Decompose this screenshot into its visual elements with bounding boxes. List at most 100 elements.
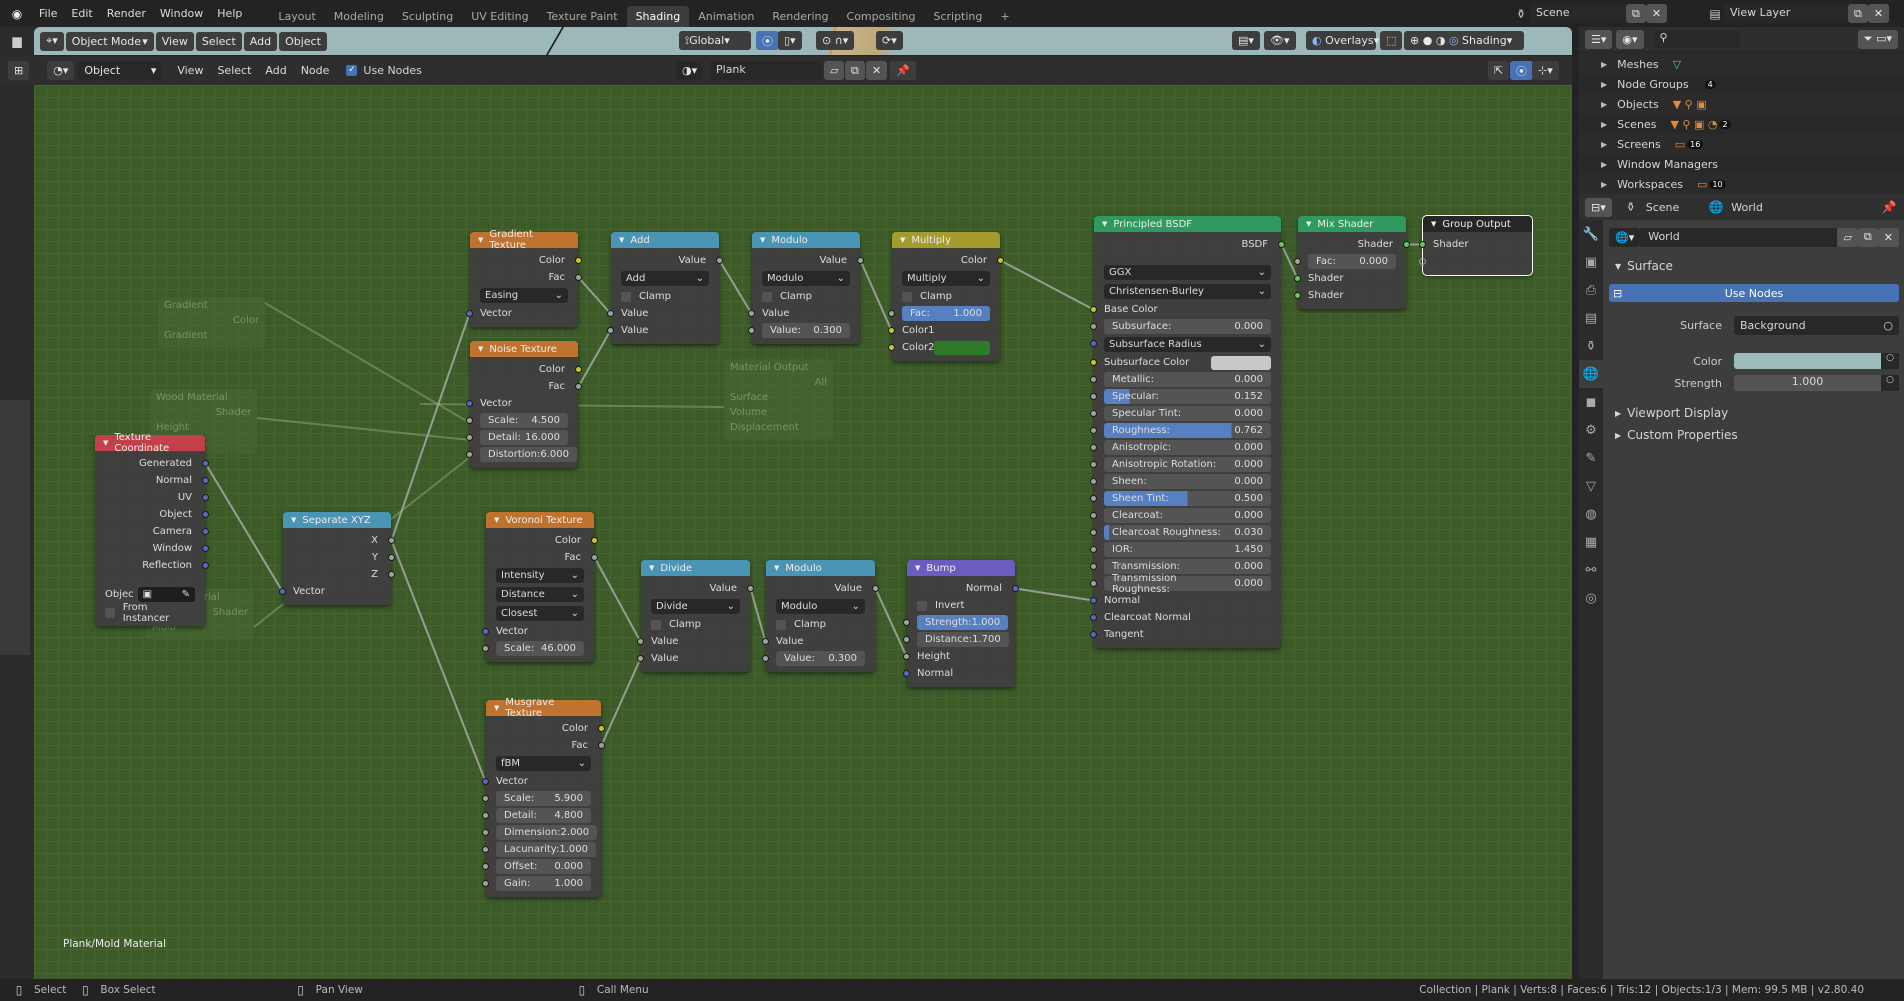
snap-toggle[interactable]: ⦿ bbox=[756, 31, 779, 50]
socket-float[interactable] bbox=[1090, 444, 1097, 451]
viewport-menu-object[interactable]: Object bbox=[279, 31, 327, 51]
number-field[interactable]: Value: 0.300 bbox=[776, 651, 865, 666]
node-dropdown[interactable]: Distance ⌄ bbox=[496, 587, 584, 602]
tab-uv-editing[interactable]: UV Editing bbox=[462, 6, 537, 27]
fake-user-button[interactable]: ▱ bbox=[1837, 227, 1858, 247]
tab-object[interactable]: ◼ bbox=[1579, 388, 1603, 416]
folder-icon[interactable]: ▆ bbox=[8, 32, 26, 50]
socket-color[interactable] bbox=[598, 725, 605, 732]
node-bump[interactable]: ▼ Bump Normal Invert Strength: 1.000 Distance:… bbox=[903, 560, 1019, 687]
toolbar-panel[interactable] bbox=[0, 400, 30, 655]
number-field[interactable]: Anisotropic: 0.000 bbox=[1104, 440, 1271, 455]
node-dropdown[interactable]: Modulo ⌄ bbox=[762, 271, 850, 286]
socket-float[interactable] bbox=[1090, 323, 1097, 330]
mode-dropdown[interactable]: Object Mode ▾ bbox=[65, 31, 154, 51]
unlink-material-button[interactable]: ✕ bbox=[866, 61, 888, 80]
collapse-icon[interactable]: ▼ bbox=[774, 564, 779, 572]
socket-float[interactable] bbox=[575, 383, 582, 390]
number-field[interactable]: Sheen: 0.000 bbox=[1104, 474, 1271, 489]
node-dropdown[interactable]: Divide ⌄ bbox=[651, 599, 740, 614]
socket-color[interactable] bbox=[575, 366, 582, 373]
collapse-icon[interactable]: ▼ bbox=[478, 345, 483, 353]
socket-color[interactable] bbox=[997, 257, 1004, 264]
snap-element-dropdown[interactable]: ⊹▾ bbox=[1532, 61, 1559, 80]
collapse-icon[interactable]: ▼ bbox=[915, 564, 920, 572]
number-field[interactable]: Detail: 4.800 bbox=[496, 808, 591, 823]
outliner-item[interactable]: ▶ Workspaces ▭ 10 bbox=[1579, 174, 1904, 194]
socket-vector[interactable] bbox=[1090, 340, 1097, 347]
socket-vector[interactable] bbox=[202, 562, 209, 569]
snap-toggle[interactable]: ⦿ bbox=[1510, 61, 1533, 80]
checkbox[interactable] bbox=[621, 291, 631, 302]
node-dropdown[interactable]: Multiply ⌄ bbox=[902, 271, 990, 286]
socket-float[interactable] bbox=[762, 655, 769, 662]
snap-target-dropdown[interactable]: ▯▾ bbox=[778, 31, 802, 50]
transform-orientation-dropdown[interactable]: ⟟ Global ▾ bbox=[679, 31, 751, 50]
world-name-field[interactable]: World bbox=[1640, 227, 1838, 247]
socket-float[interactable] bbox=[466, 434, 473, 441]
number-field[interactable]: Specular Tint: 0.000 bbox=[1104, 406, 1271, 421]
properties-editor-type[interactable]: ⊟▾ bbox=[1585, 197, 1612, 217]
parent-node-tree-button[interactable]: ⇱ bbox=[1488, 61, 1510, 80]
node-header[interactable]: ▼ Mix Shader bbox=[1298, 216, 1406, 232]
node-dropdown[interactable]: Subsurface Radius ⌄ bbox=[1104, 337, 1271, 352]
menu-window[interactable]: Window bbox=[153, 7, 210, 20]
world-color-swatch[interactable] bbox=[1734, 353, 1881, 369]
node-mix[interactable]: ▼ Mix Shader Shader Fac: 0.000 Shader Shader bbox=[1294, 216, 1410, 309]
socket-float[interactable] bbox=[482, 880, 489, 887]
node-noise[interactable]: ▼ Noise Texture Color Fac Vector Scale: 4.500 D… bbox=[466, 341, 582, 468]
tab-data[interactable]: ▦ bbox=[1579, 528, 1603, 556]
collapse-icon[interactable]: ▼ bbox=[478, 236, 483, 244]
collapse-icon[interactable]: ▼ bbox=[900, 236, 905, 244]
socket-vector[interactable] bbox=[482, 778, 489, 785]
menu-render[interactable]: Render bbox=[100, 7, 153, 20]
node-header[interactable]: ▼ Principled BSDF bbox=[1094, 216, 1281, 232]
socket-float[interactable] bbox=[466, 417, 473, 424]
new-view-layer-button[interactable]: ⧉ bbox=[1848, 4, 1868, 23]
collapse-icon[interactable]: ▼ bbox=[649, 564, 654, 572]
checkbox[interactable] bbox=[776, 619, 786, 630]
node-dropdown[interactable]: Modulo ⌄ bbox=[776, 599, 865, 614]
node-mod2[interactable]: ▼ Modulo Value Modulo ⌄ Clamp Value Value: 0.300 bbox=[762, 560, 879, 672]
socket-float[interactable] bbox=[482, 829, 489, 836]
socket-float[interactable] bbox=[607, 310, 614, 317]
outliner-item[interactable]: ▶ Scenes ▼ ⚲ ▣ ◔ 2 bbox=[1579, 114, 1904, 134]
node-header[interactable]: ▼ Texture Coordinate bbox=[95, 432, 205, 454]
node-dropdown[interactable]: GGX ⌄ bbox=[1104, 265, 1271, 280]
tab-shading[interactable]: Shading bbox=[626, 6, 690, 27]
outliner-item[interactable]: ▶ Screens ▭ 16 bbox=[1579, 134, 1904, 154]
number-field[interactable]: Scale: 46.000 bbox=[496, 641, 584, 656]
surface-panel-header[interactable]: ▼ Surface bbox=[1609, 254, 1899, 278]
socket-float[interactable] bbox=[1090, 529, 1097, 536]
outliner-item[interactable]: ▶ Window Managers bbox=[1579, 154, 1904, 174]
tab-tool[interactable]: 🔧 bbox=[1579, 220, 1603, 248]
wireframe-shading-icon[interactable]: ⊕ bbox=[1410, 34, 1419, 47]
unlink-world-button[interactable]: ✕ bbox=[1877, 227, 1899, 247]
socket-float[interactable] bbox=[903, 653, 910, 660]
pin-node-tree-button[interactable]: 📌 bbox=[890, 61, 916, 80]
socket-shader[interactable] bbox=[1294, 292, 1301, 299]
socket-vector[interactable] bbox=[279, 588, 286, 595]
menu-file[interactable]: File bbox=[32, 7, 64, 20]
strength-field[interactable]: 1.000 bbox=[1734, 375, 1881, 391]
socket-color[interactable] bbox=[888, 327, 895, 334]
socket-float[interactable] bbox=[1090, 478, 1097, 485]
socket-float[interactable] bbox=[888, 310, 895, 317]
socket-link-icon[interactable]: ○ bbox=[1881, 353, 1899, 369]
lookdev-shading-icon[interactable]: ◑ bbox=[1436, 34, 1446, 47]
expand-arrow-icon[interactable]: ▶ bbox=[1601, 160, 1607, 169]
expand-arrow-icon[interactable]: ▶ bbox=[1601, 80, 1607, 89]
node-add[interactable]: ▼ Add Value Add ⌄ Clamp Value Value bbox=[607, 232, 723, 344]
socket-float[interactable] bbox=[1090, 580, 1097, 587]
socket-vector[interactable] bbox=[903, 670, 910, 677]
node-header[interactable]: ▼ Voronoi Texture bbox=[486, 512, 594, 528]
socket-float[interactable] bbox=[598, 742, 605, 749]
view-layer-icon[interactable]: ▤ bbox=[1706, 5, 1724, 23]
collapse-icon[interactable]: ▼ bbox=[494, 704, 499, 712]
number-field[interactable]: Gain: 1.000 bbox=[496, 876, 591, 891]
node-gout[interactable]: ▼ Group Output Shader bbox=[1419, 215, 1533, 276]
scene-name-field[interactable]: Scene bbox=[1530, 4, 1626, 23]
socket-float[interactable] bbox=[482, 846, 489, 853]
menu-help[interactable]: Help bbox=[210, 7, 249, 20]
rendered-shading-icon[interactable]: ◎ bbox=[1449, 34, 1459, 47]
